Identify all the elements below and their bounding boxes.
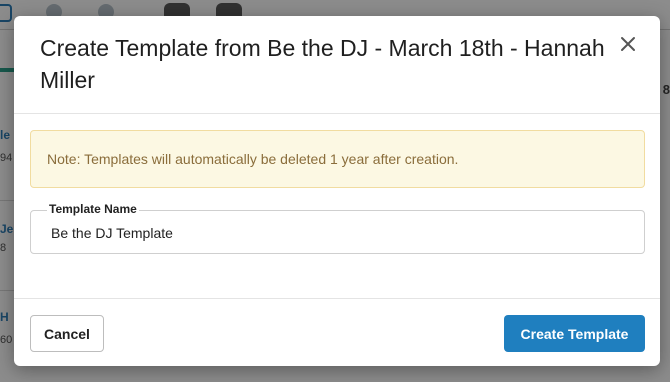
create-template-button[interactable]: Create Template xyxy=(504,315,645,352)
close-button[interactable] xyxy=(618,34,638,54)
retention-note-text: Note: Templates will automatically be de… xyxy=(47,151,459,167)
create-template-dialog: Create Template from Be the DJ - March 1… xyxy=(14,16,660,366)
dialog-body: Note: Templates will automatically be de… xyxy=(14,114,660,298)
template-name-label: Template Name xyxy=(47,202,139,216)
close-icon xyxy=(621,37,635,51)
dialog-header: Create Template from Be the DJ - March 1… xyxy=(14,16,660,114)
template-name-field: Template Name xyxy=(30,202,645,254)
cancel-button[interactable]: Cancel xyxy=(30,315,104,352)
template-name-input[interactable] xyxy=(51,223,611,243)
dialog-footer: Cancel Create Template xyxy=(14,298,660,366)
retention-note: Note: Templates will automatically be de… xyxy=(30,130,645,188)
dialog-title: Create Template from Be the DJ - March 1… xyxy=(40,35,605,93)
